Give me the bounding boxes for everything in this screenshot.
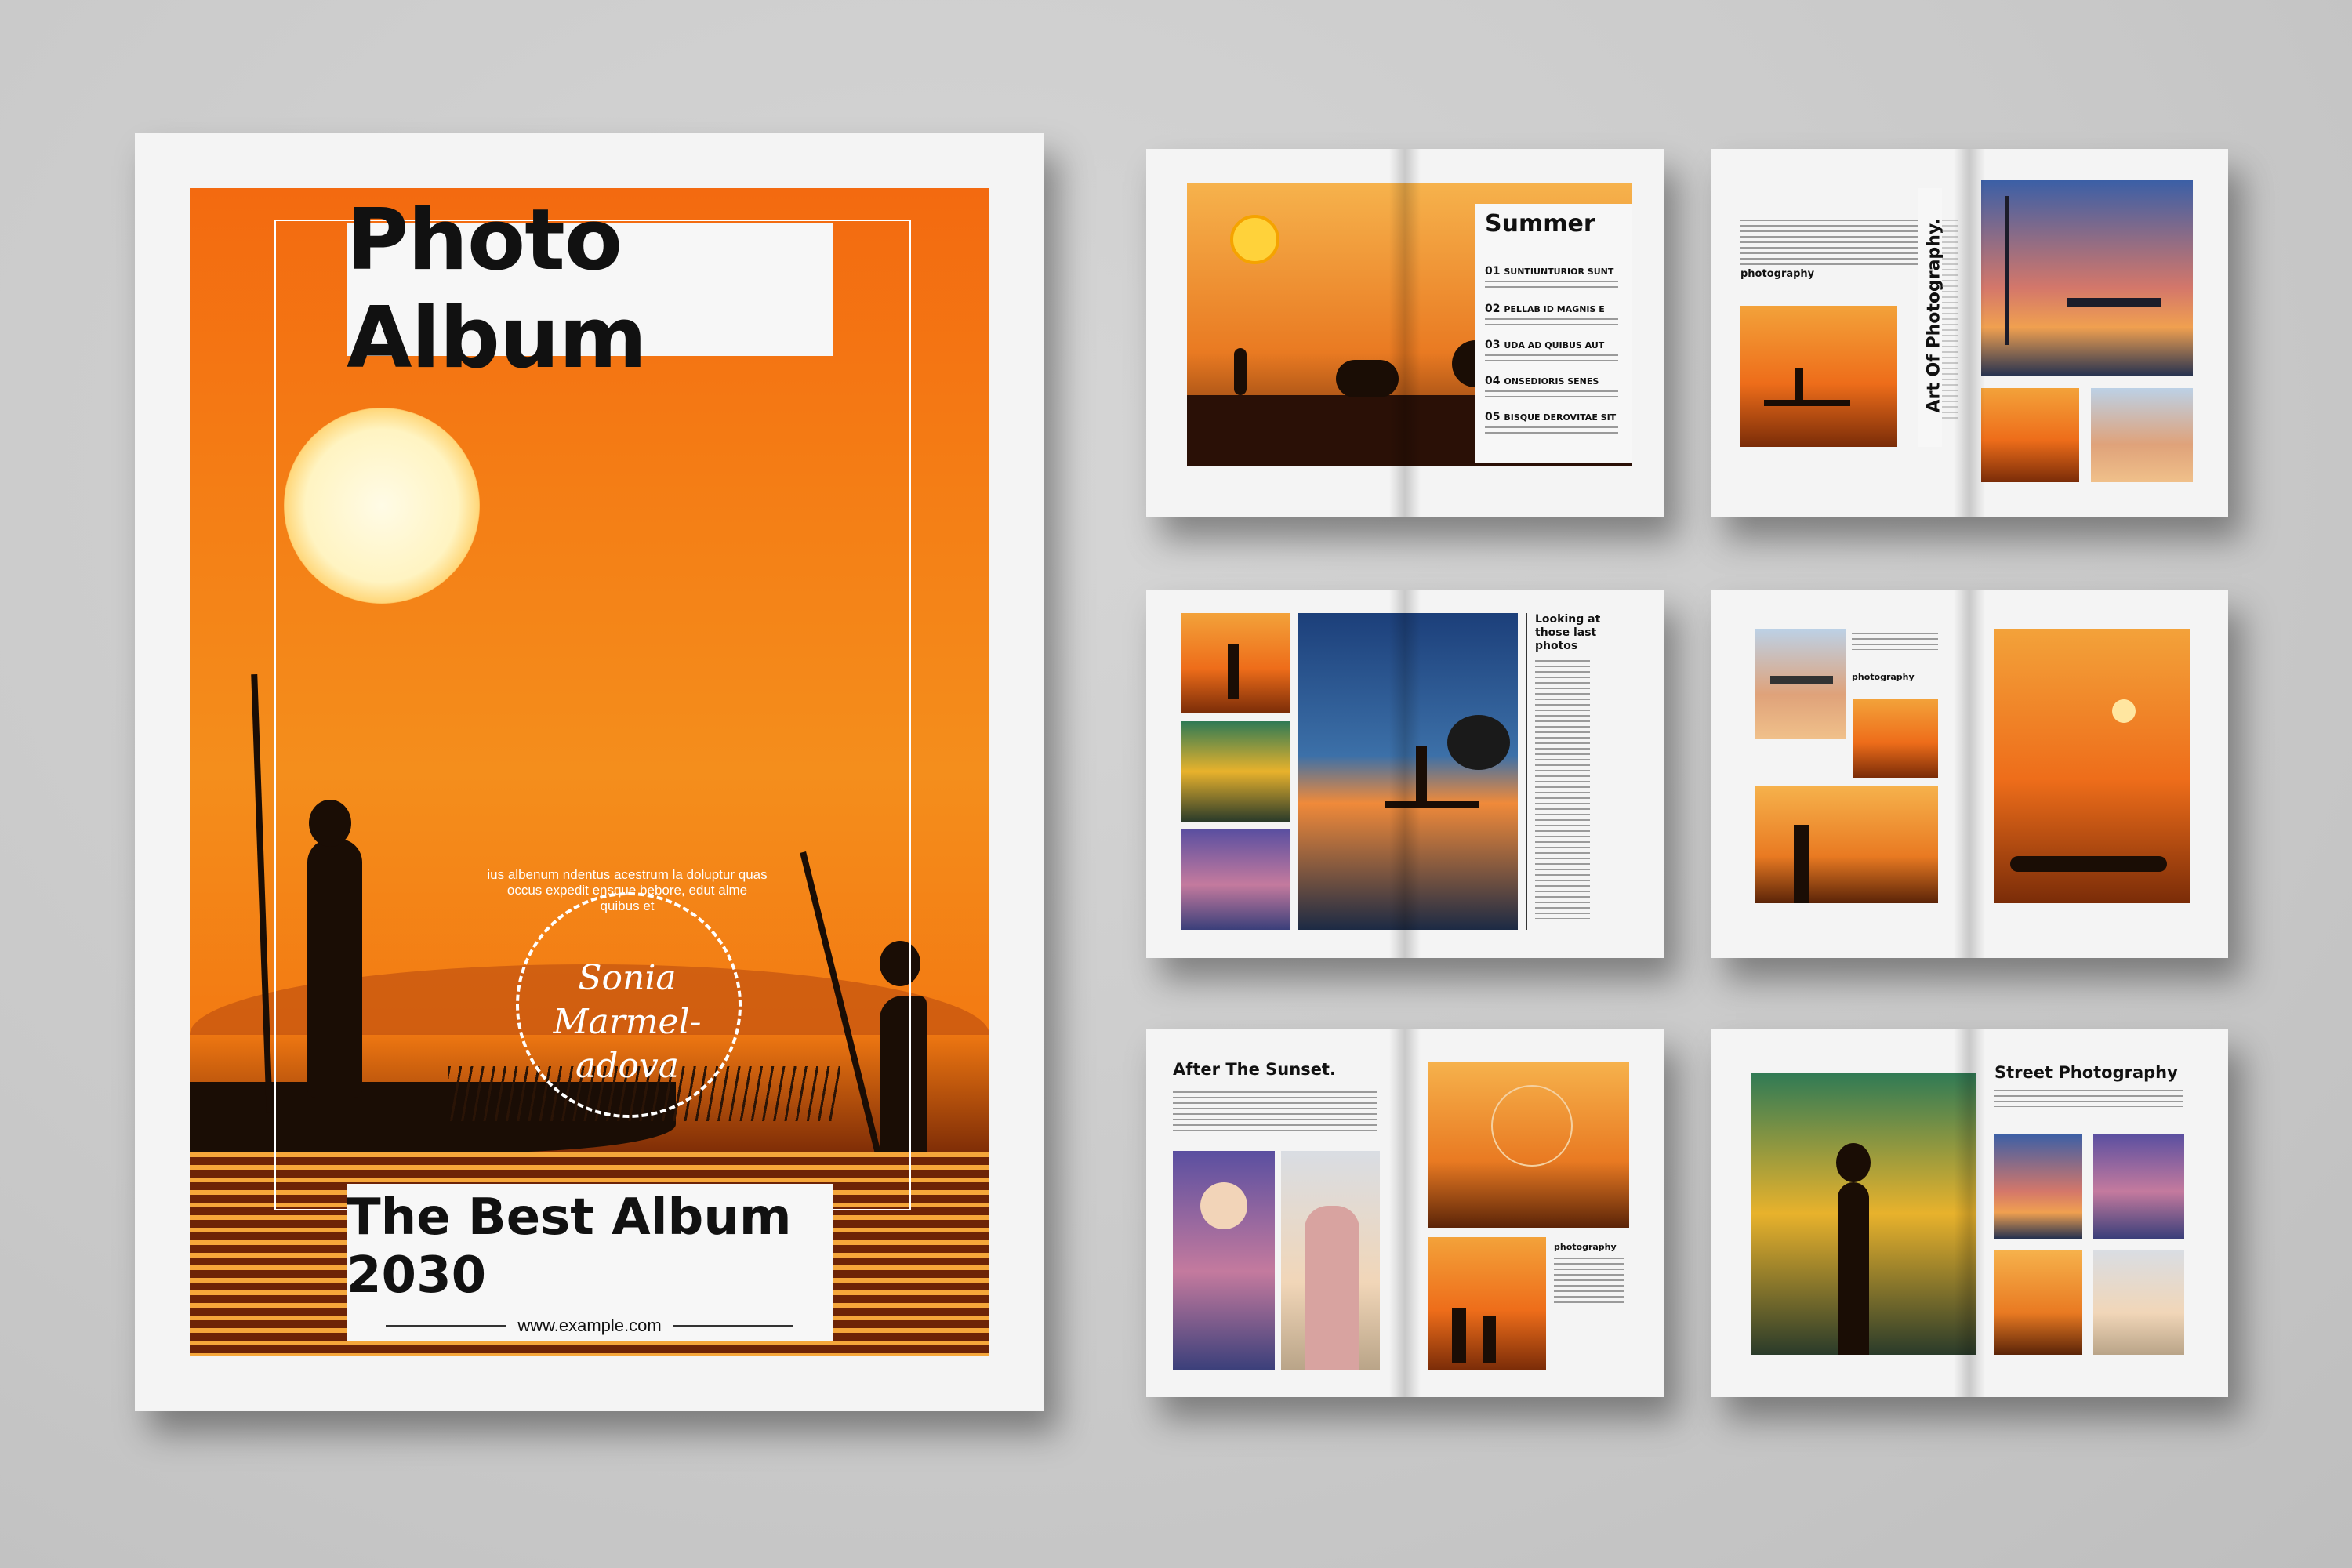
looking-photo-3 xyxy=(1181,829,1290,930)
after-photo-moon xyxy=(1173,1151,1275,1370)
cover-title-box: Photo Album xyxy=(347,191,833,387)
street-photo-3 xyxy=(1994,1250,2082,1355)
birds-photo-plane xyxy=(1755,629,1846,739)
spread-birds[interactable]: photography xyxy=(1711,590,2228,958)
summer-item-3-label: UDA AD QUIBUS AUT xyxy=(1504,340,1605,350)
art-photo-boat xyxy=(1740,306,1897,447)
spread-looking-at[interactable]: Looking at those last photos xyxy=(1146,590,1664,958)
art-caption: photography xyxy=(1740,268,1815,280)
looking-photo-main xyxy=(1298,613,1518,930)
after-photo-fishing-net xyxy=(1428,1062,1629,1228)
art-photo-small-2 xyxy=(2091,388,2193,482)
looking-body-text xyxy=(1535,660,1590,919)
spread-summer[interactable]: Summer 01 SUNTIUNTURIOR SUNT 02 PELLAB I… xyxy=(1146,149,1664,517)
birds-photo-flock xyxy=(1994,629,2190,903)
after-photo-photographer xyxy=(1281,1151,1380,1370)
author-circular-text: ius albenum ndentus acestrum la doluptur… xyxy=(487,867,768,913)
author-stamp: ius albenum ndentus acestrum la doluptur… xyxy=(486,862,768,1145)
summer-item-2-label: PELLAB ID MAGNIS E xyxy=(1504,304,1605,314)
spread-art-of-photography[interactable]: photography Art Of Photography. xyxy=(1711,149,2228,517)
after-photo-family xyxy=(1428,1237,1546,1370)
looking-title: Looking at those last photos xyxy=(1535,613,1601,652)
summer-text-panel: Summer 01 SUNTIUNTURIOR SUNT 02 PELLAB I… xyxy=(1475,204,1632,463)
street-body-text xyxy=(1994,1090,2183,1107)
birds-photo-window xyxy=(1853,699,1938,778)
art-photo-lake xyxy=(1981,180,2193,376)
cover-subtitle: The Best Album 2030 xyxy=(347,1189,792,1305)
looking-photo-1 xyxy=(1181,613,1290,713)
spread-after-the-sunset[interactable]: After The Sunset. photography xyxy=(1146,1029,1664,1397)
summer-item-4-label: ONSEDIORIS SENES xyxy=(1504,376,1599,387)
after-body-text xyxy=(1173,1091,1377,1131)
street-photo-4 xyxy=(2093,1250,2184,1355)
summer-item-1-label: SUNTIUNTURIOR SUNT xyxy=(1504,267,1614,277)
cover-url: www.example.com xyxy=(517,1316,662,1335)
author-first-name: Sonia xyxy=(578,958,677,998)
birds-photo-drinking xyxy=(1755,786,1938,903)
birds-body-text xyxy=(1852,633,1938,650)
summer-item-4-num: 04 xyxy=(1485,375,1501,387)
street-photo-main xyxy=(1751,1073,1976,1355)
cover-subtitle-box: The Best Album 2030 www.example.com xyxy=(347,1184,833,1341)
looking-photo-2 xyxy=(1181,721,1290,822)
cover-title: Photo Album xyxy=(347,191,647,387)
summer-item-5-num: 05 xyxy=(1485,411,1501,423)
art-title-vertical: Art Of Photography. xyxy=(1918,188,1944,447)
after-title: After The Sunset. xyxy=(1173,1060,1336,1079)
birds-caption: photography xyxy=(1852,672,1915,682)
cover-photo: Photo Album ius albenum ndentus acestrum… xyxy=(190,188,989,1356)
art-body-text xyxy=(1740,220,1929,267)
author-last-name-1: Marmel- xyxy=(553,1002,702,1042)
spread-street-photography[interactable]: Street Photography xyxy=(1711,1029,2228,1397)
album-cover[interactable]: Photo Album ius albenum ndentus acestrum… xyxy=(135,133,1044,1411)
summer-item-2-num: 02 xyxy=(1485,303,1501,315)
summer-item-1-num: 01 xyxy=(1485,265,1501,278)
author-last-name-2: adova xyxy=(575,1046,679,1086)
summer-item-5-label: BISQUE DEROVITAE SIT xyxy=(1504,412,1617,423)
street-photo-2 xyxy=(2093,1134,2184,1239)
street-photo-1 xyxy=(1994,1134,2082,1239)
after-caption: photography xyxy=(1554,1242,1617,1252)
summer-item-3-num: 03 xyxy=(1485,339,1501,351)
summer-title: Summer xyxy=(1485,210,1595,238)
street-title: Street Photography xyxy=(1994,1063,2178,1082)
art-photo-small-1 xyxy=(1981,388,2079,482)
